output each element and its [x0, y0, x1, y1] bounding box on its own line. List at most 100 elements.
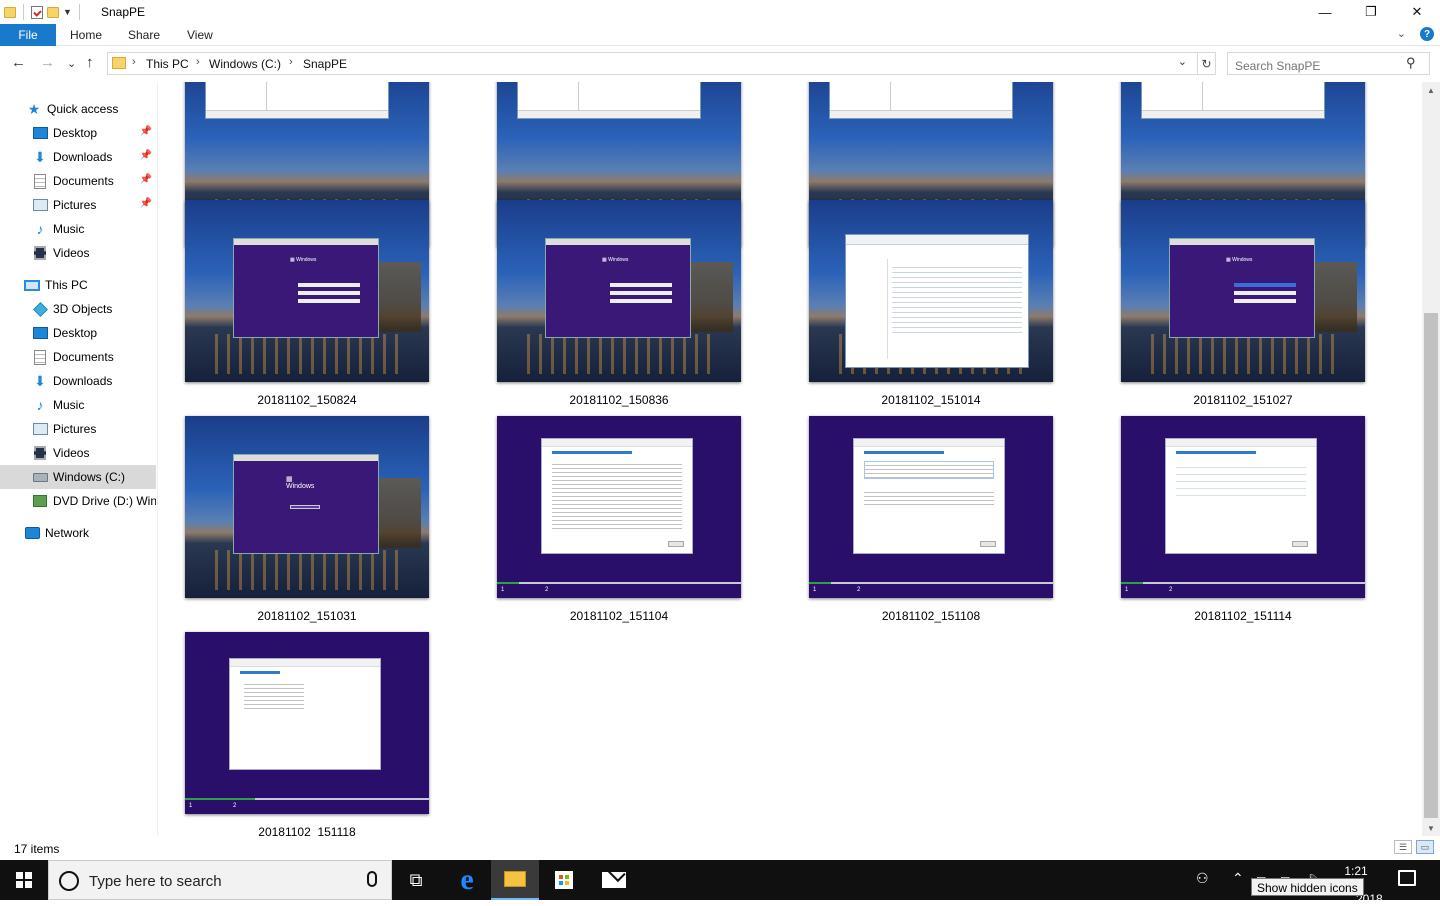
file-item[interactable]: ▦ Windows 20181102_151027	[1120, 200, 1366, 416]
pin-icon[interactable]: 📌	[140, 126, 152, 137]
file-name: 20181102_151014	[881, 393, 981, 407]
sidebar-item-desktop[interactable]: Desktop 📌	[0, 121, 156, 145]
start-button[interactable]	[0, 860, 48, 900]
mail-taskbar-button[interactable]	[590, 860, 638, 900]
forward-button[interactable]: →	[40, 54, 55, 71]
sidebar-item-videos[interactable]: Videos	[0, 241, 156, 265]
sidebar-item-pictures[interactable]: Pictures 📌	[0, 193, 156, 217]
thumbnail: 12	[497, 416, 741, 598]
file-name: 20181102_150824	[257, 393, 357, 407]
windows-logo-icon	[16, 872, 32, 888]
sidebar-item-label: Downloads	[53, 374, 113, 388]
help-icon[interactable]: ?	[1420, 27, 1434, 41]
thumbnail: ▦ Windows	[497, 200, 741, 382]
sidebar-item-dvd-drive[interactable]: DVD Drive (D:) Win1	[0, 489, 156, 513]
tab-share[interactable]: Share	[128, 28, 160, 42]
sidebar-item-network[interactable]: Network	[0, 521, 156, 545]
sidebar-item-label: 3D Objects	[53, 302, 113, 316]
people-icon[interactable]: ⚇	[1196, 870, 1209, 887]
cube-icon	[32, 301, 48, 317]
file-item[interactable]: 12 20181102_151114	[1120, 416, 1366, 632]
minimize-button[interactable]: —	[1302, 0, 1348, 24]
scrollbar-thumb[interactable]	[1424, 313, 1438, 818]
file-item[interactable]: ▦ Windows 20181102_151031	[184, 416, 430, 632]
sidebar-item-label: Network	[45, 526, 90, 540]
sidebar-item-pc-music[interactable]: ♪ Music	[0, 393, 156, 417]
tab-file[interactable]: File	[0, 24, 56, 46]
taskbar-search-box[interactable]: Type here to search	[48, 860, 392, 900]
file-item[interactable]: 12 20181102_151118	[184, 632, 430, 836]
store-taskbar-button[interactable]	[540, 860, 588, 900]
sidebar-item-label: Music	[53, 222, 85, 236]
sidebar-item-pc-pictures[interactable]: Pictures	[0, 417, 156, 441]
file-item[interactable]: ▦ Windows 20181102_150824	[184, 200, 430, 416]
tab-view[interactable]: View	[187, 28, 213, 42]
file-name: 20181102_150836	[569, 393, 669, 407]
sidebar-item-pc-downloads[interactable]: ⬇ Downloads	[0, 369, 156, 393]
refresh-button[interactable]: ↻	[1198, 52, 1216, 75]
file-name: 20181102_151027	[1193, 393, 1293, 407]
chevron-right-icon[interactable]: ›	[196, 56, 200, 68]
file-explorer-icon	[504, 871, 526, 887]
pin-icon[interactable]: 📌	[140, 198, 152, 209]
breadcrumb-windows-c[interactable]: Windows (C:)	[209, 57, 281, 71]
recent-locations-dropdown[interactable]: ⌄	[67, 57, 76, 70]
thumbnail: ▦ Windows	[1121, 200, 1365, 382]
item-count: 17 items	[14, 842, 60, 856]
sidebar-item-pc-documents[interactable]: Documents	[0, 345, 156, 369]
scroll-up-icon[interactable]: ▲	[1424, 86, 1438, 95]
chevron-right-icon[interactable]: ›	[289, 56, 293, 68]
customize-toolbar-dropdown-icon[interactable]: ▼	[63, 7, 72, 17]
thumbnail: 12	[185, 632, 429, 814]
file-explorer-taskbar-button[interactable]	[491, 860, 539, 900]
sidebar-item-pc-desktop[interactable]: Desktop	[0, 321, 156, 345]
task-view-button[interactable]: ⧉	[392, 860, 440, 900]
sidebar-item-downloads[interactable]: ⬇ Downloads 📌	[0, 145, 156, 169]
taskbar-search-placeholder: Type here to search	[89, 873, 222, 890]
back-button[interactable]: ←	[11, 54, 26, 71]
chevron-down-icon[interactable]: ⌄	[1178, 55, 1187, 68]
file-item[interactable]: 12 20181102_151108	[808, 416, 1054, 632]
sidebar-item-label: Videos	[53, 446, 90, 460]
file-name: 20181102_151114	[1194, 609, 1292, 623]
sidebar-item-music[interactable]: ♪ Music	[0, 217, 156, 241]
close-button[interactable]: ✕	[1394, 0, 1440, 24]
details-view-icon[interactable]: ☰	[1394, 840, 1412, 854]
desktop-icon	[32, 125, 48, 141]
breadcrumb-snappe[interactable]: SnapPE	[303, 57, 347, 71]
properties-icon[interactable]	[31, 5, 43, 19]
thumbnail: ▦ Windows	[185, 200, 429, 382]
pin-icon[interactable]: 📌	[140, 150, 152, 161]
sidebar-item-quick-access[interactable]: ★ Quick access	[0, 97, 156, 121]
sidebar-item-label: This PC	[45, 278, 88, 292]
search-icon[interactable]: ⚲	[1406, 55, 1416, 71]
pictures-icon	[32, 197, 48, 213]
edge-taskbar-button[interactable]: e	[443, 860, 491, 900]
show-hidden-icons-chevron-icon[interactable]: ⌃	[1232, 870, 1244, 887]
search-input[interactable]	[1227, 52, 1430, 75]
file-item[interactable]: 12 20181102_151104	[496, 416, 742, 632]
sidebar-item-label: Quick access	[47, 102, 119, 116]
sidebar-item-windows-c[interactable]: Windows (C:)	[0, 465, 156, 489]
new-folder-icon[interactable]	[47, 6, 59, 18]
file-item[interactable]: ▦ Windows 20181102_150836	[496, 200, 742, 416]
up-button[interactable]: ↑	[86, 54, 94, 71]
breadcrumb-this-pc[interactable]: This PC	[146, 57, 189, 71]
sidebar-item-3d-objects[interactable]: 3D Objects	[0, 297, 156, 321]
maximize-button[interactable]: ❐	[1348, 0, 1394, 24]
sidebar-item-this-pc[interactable]: This PC	[0, 273, 156, 297]
tab-home[interactable]: Home	[70, 28, 102, 42]
chevron-right-icon[interactable]: ›	[132, 56, 136, 68]
folder-icon	[112, 57, 126, 69]
sidebar-item-pc-videos[interactable]: Videos	[0, 441, 156, 465]
window-title: SnapPE	[101, 5, 146, 19]
scroll-down-icon[interactable]: ▼	[1424, 824, 1438, 833]
address-bar[interactable]: › This PC › Windows (C:) › SnapPE ⌄	[107, 52, 1198, 75]
large-icons-view-icon[interactable]: ▭	[1416, 840, 1434, 854]
sidebar-item-documents[interactable]: Documents 📌	[0, 169, 156, 193]
microphone-icon[interactable]	[367, 871, 377, 887]
expand-ribbon-icon[interactable]: ⌄	[1397, 27, 1406, 40]
action-center-icon[interactable]	[1398, 870, 1416, 886]
file-item[interactable]: 20181102_151014	[808, 200, 1054, 416]
pin-icon[interactable]: 📌	[140, 174, 152, 185]
